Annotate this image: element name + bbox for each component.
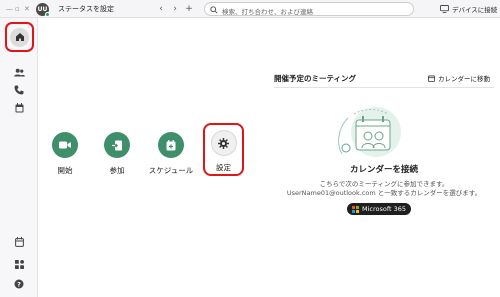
home-icon [15, 33, 24, 41]
gear-icon [218, 137, 229, 149]
divider [274, 87, 494, 88]
join-meeting-label: 参加 [109, 166, 125, 175]
search-placeholder: 検索、打ち合わせ、および連絡 [222, 7, 313, 16]
svg-text:?: ? [17, 280, 21, 288]
start-meeting-label: 開始 [57, 166, 73, 175]
device-icon [440, 5, 449, 13]
set-status-button[interactable]: ステータスを設定 [58, 4, 114, 14]
calendar-illustration [338, 107, 401, 157]
new-button[interactable]: + [183, 3, 195, 15]
connect-device-label: デバイスに接続 [452, 6, 498, 14]
video-camera-icon [59, 141, 71, 149]
settings-button[interactable]: 設定 [203, 123, 244, 176]
search-icon [210, 6, 218, 14]
connect-calendar-desc-2: UserName01@outlook.com と一致するカレンダーを選びます。 [286, 189, 482, 197]
phone-icon [14, 85, 24, 95]
sidebar-item-help[interactable]: ? [11, 276, 27, 292]
sidebar-item-calendar[interactable] [11, 100, 27, 116]
sidebar-item-home[interactable] [5, 22, 34, 52]
presence-dot [45, 12, 50, 17]
go-to-calendar-button[interactable]: カレンダーに移動 [428, 73, 490, 83]
settings-label: 設定 [216, 163, 231, 172]
sidebar-item-calendar-add[interactable] [11, 234, 27, 250]
sidebar-item-phone[interactable] [11, 82, 27, 98]
connect-calendar-title: カレンダーを接続 [349, 165, 418, 175]
join-door-icon [111, 140, 122, 150]
close-button[interactable]: ✕ [24, 5, 30, 13]
microsoft-365-label: Microsoft 365 [361, 205, 407, 213]
help-icon: ? [14, 279, 24, 289]
maximize-button[interactable]: ▫ [15, 5, 20, 13]
apps-icon [14, 259, 24, 269]
minimize-button[interactable]: — [6, 5, 13, 13]
title-bar: — ▫ ✕ UU ステータスを設定 ‹ › + 検索、打ち合わせ、および連絡 デ… [0, 0, 500, 18]
microsoft-logo-icon [351, 205, 359, 213]
start-meeting-button[interactable]: 開始 [35, 132, 95, 176]
calendar-add-icon [14, 237, 24, 247]
schedule-calendar-icon [166, 139, 176, 150]
forward-button[interactable]: › [169, 3, 181, 15]
calendar-small-icon [428, 75, 435, 82]
microsoft-365-button[interactable]: Microsoft 365 [347, 203, 411, 215]
schedule-meeting-label: スケジュール [148, 166, 194, 175]
search-input[interactable]: 検索、打ち合わせ、および連絡 [204, 2, 414, 16]
schedule-meeting-button[interactable]: スケジュール [141, 132, 201, 176]
back-button[interactable]: ‹ [155, 3, 167, 15]
sidebar: ? [0, 18, 38, 297]
connect-device-button[interactable]: デバイスに接続 [440, 3, 497, 15]
join-meeting-button[interactable]: 参加 [87, 132, 147, 176]
upcoming-meetings-title: 開催予定のミーティング [274, 74, 357, 83]
sidebar-item-contacts[interactable] [11, 64, 27, 80]
sidebar-item-apps[interactable] [11, 256, 27, 272]
go-to-calendar-label: カレンダーに移動 [438, 75, 490, 83]
people-icon [13, 68, 25, 77]
calendar-icon [15, 103, 23, 113]
